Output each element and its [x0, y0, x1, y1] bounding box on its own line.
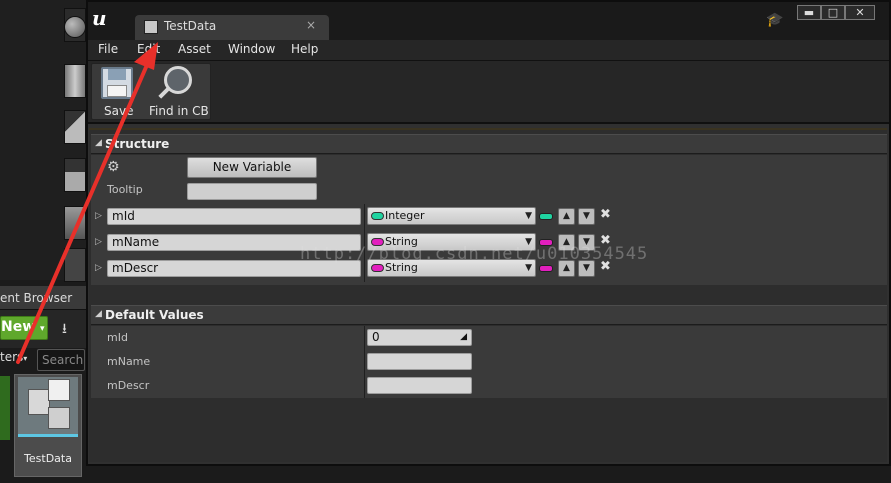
- unreal-logo-icon: u: [92, 6, 107, 30]
- filters-label: ters: [0, 350, 24, 364]
- pin-type-icon[interactable]: [539, 213, 553, 220]
- new-variable-button[interactable]: New Variable: [187, 157, 317, 178]
- close-window-button[interactable]: ✕: [845, 5, 875, 20]
- default-value-integer-field[interactable]: 0 ◢: [367, 329, 472, 346]
- menu-help[interactable]: Help: [291, 42, 318, 56]
- default-values-body: [91, 326, 887, 398]
- drag-handle-icon[interactable]: ◢: [460, 330, 467, 345]
- collapse-arrow-icon[interactable]: ◢: [95, 138, 102, 148]
- chevron-down-icon: ▼: [525, 211, 532, 221]
- sphere-shape-icon[interactable]: [64, 16, 86, 38]
- tooltip-label: Tooltip: [107, 183, 143, 196]
- delete-variable-icon[interactable]: ✖: [600, 207, 611, 222]
- cone-shape-icon[interactable]: [64, 110, 86, 144]
- default-values-section-header[interactable]: [91, 305, 887, 325]
- content-browser-tab-label: ent Browser: [0, 291, 73, 305]
- expand-arrow-icon[interactable]: ▷: [95, 211, 102, 221]
- default-value-label: mName: [107, 355, 151, 368]
- find-in-cb-label: Find in CB: [149, 104, 209, 118]
- chevron-down-icon: ▼: [525, 263, 532, 273]
- chevron-down-icon: ▾: [23, 354, 28, 363]
- add-new-label: New: [1, 319, 36, 335]
- shape-button[interactable]: [64, 248, 86, 282]
- plane-shape-icon[interactable]: [64, 158, 86, 192]
- cube-shape-icon[interactable]: [64, 206, 86, 240]
- collapse-arrow-icon[interactable]: ◢: [95, 309, 102, 319]
- default-value-label: mDescr: [107, 379, 150, 392]
- gear-icon: ⚙: [107, 159, 120, 175]
- default-values-section-title: Default Values: [105, 308, 204, 322]
- move-down-button[interactable]: ▼: [578, 208, 595, 225]
- struct-icon: [144, 20, 158, 34]
- default-value-text: 0: [372, 330, 380, 344]
- add-new-button[interactable]: New ▾: [0, 316, 48, 340]
- document-tab-label: TestData: [164, 19, 217, 33]
- menu-asset[interactable]: Asset: [178, 42, 211, 56]
- column-divider: [364, 204, 365, 282]
- column-divider: [364, 326, 365, 398]
- filters-dropdown[interactable]: ters▾: [0, 350, 34, 370]
- expand-arrow-icon[interactable]: ▷: [95, 237, 102, 247]
- import-icon[interactable]: ⭳: [62, 318, 78, 337]
- structure-section-title: Structure: [105, 137, 170, 151]
- cylinder-shape-icon[interactable]: [64, 64, 86, 98]
- default-value-label: mId: [107, 331, 128, 344]
- structure-section-header[interactable]: [91, 134, 887, 154]
- default-value-string-field[interactable]: [367, 377, 472, 394]
- tutorial-cap-icon[interactable]: 🎓: [766, 12, 783, 28]
- pin-type-icon[interactable]: [539, 265, 553, 272]
- minimize-button[interactable]: ▬: [797, 5, 821, 20]
- move-up-button[interactable]: ▲: [558, 208, 575, 225]
- variable-name-field[interactable]: mId: [107, 208, 361, 225]
- integer-type-pill-icon: [371, 212, 384, 220]
- variable-type-dropdown[interactable]: Integer ▼: [367, 207, 536, 225]
- string-type-pill-icon: [371, 264, 384, 272]
- struct-asset-icon: [18, 377, 78, 437]
- default-value-string-field[interactable]: [367, 353, 472, 370]
- menu-window[interactable]: Window: [228, 42, 275, 56]
- folder-tile[interactable]: [0, 376, 10, 440]
- asset-name: TestData: [24, 452, 72, 465]
- chevron-down-icon: ▾: [40, 324, 45, 334]
- expand-arrow-icon[interactable]: ▷: [95, 263, 102, 273]
- content-browser-tab[interactable]: ent Browser: [0, 286, 88, 310]
- variable-type-label: Integer: [385, 209, 425, 222]
- save-label: Save: [104, 104, 134, 118]
- maximize-button[interactable]: □: [821, 5, 845, 20]
- content-search-input[interactable]: Search: [37, 349, 85, 371]
- search-placeholder: Search: [42, 353, 84, 367]
- floppy-disk-icon: [101, 67, 133, 99]
- menu-file[interactable]: File: [98, 42, 118, 56]
- menu-edit[interactable]: Edit: [137, 42, 160, 56]
- tooltip-field[interactable]: [187, 183, 317, 200]
- watermark-text: http://blog.csdn.net/u010354545: [300, 244, 649, 264]
- close-tab-icon[interactable]: ×: [306, 18, 316, 32]
